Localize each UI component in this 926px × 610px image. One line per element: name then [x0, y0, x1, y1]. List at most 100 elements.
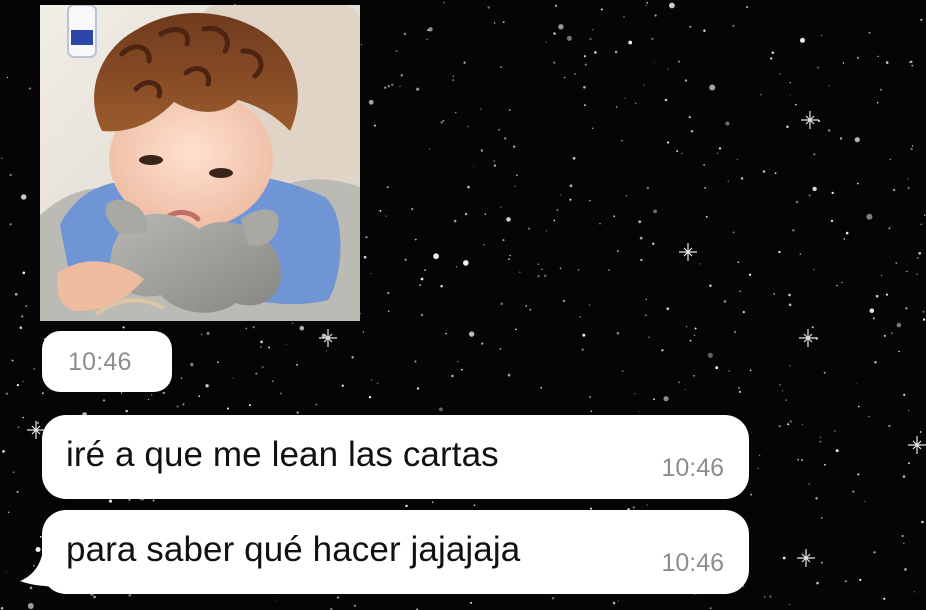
star-dot	[405, 504, 408, 508]
star-dot	[384, 86, 387, 89]
star-dot	[921, 520, 924, 524]
star-dot	[640, 258, 643, 262]
star-dot	[456, 266, 458, 268]
toddler-photo	[40, 5, 360, 321]
star-dot	[681, 152, 683, 155]
star-dot	[419, 284, 421, 287]
star-dot	[509, 254, 511, 257]
star-dot	[709, 284, 712, 287]
star-dot	[763, 596, 766, 598]
star-dot	[694, 327, 697, 330]
star-dot	[667, 68, 669, 71]
star-dot	[19, 326, 23, 330]
star-dot	[872, 317, 875, 320]
star-dot	[612, 601, 616, 605]
star-dot	[820, 34, 823, 36]
star-dot	[792, 229, 795, 232]
star-dot	[572, 156, 576, 160]
star-dot	[452, 79, 454, 81]
star-dot	[857, 405, 860, 408]
star-dot	[502, 21, 505, 24]
star-dot	[296, 411, 299, 414]
star-dot	[788, 604, 790, 605]
star-dot	[433, 253, 439, 260]
star-dot	[493, 22, 496, 24]
star-dot	[353, 604, 357, 607]
star-dot	[821, 561, 823, 564]
star-dot	[415, 238, 417, 241]
star-dot	[868, 415, 870, 418]
star-dot	[591, 127, 594, 130]
star-dot	[400, 74, 404, 77]
star-dot	[875, 294, 879, 298]
star-dot	[519, 271, 521, 273]
star-dot	[152, 499, 155, 502]
message-bubble-second[interactable]: para saber qué hacer jajajaja 10:46	[42, 510, 749, 594]
star-dot	[746, 6, 748, 8]
star-dot	[785, 399, 787, 401]
star-dot	[916, 256, 919, 259]
photo-message-time: 10:46	[68, 348, 132, 376]
star-dot	[889, 158, 891, 160]
star-dot	[560, 194, 562, 196]
star-dot	[14, 293, 18, 296]
star-dot	[888, 227, 891, 230]
message-bubble-first[interactable]: iré a que me lean las cartas 10:46	[42, 415, 749, 499]
star-dot	[514, 185, 516, 188]
star-dot	[467, 125, 469, 128]
star-dot	[579, 316, 581, 318]
star-dot	[461, 368, 463, 371]
star-dot	[276, 599, 278, 601]
star-dot	[824, 463, 826, 466]
star-dot	[669, 2, 675, 9]
star-dot	[93, 595, 96, 599]
star-dot	[457, 360, 459, 363]
star-dot	[815, 497, 818, 500]
star-dot	[16, 384, 19, 387]
star-dot	[584, 104, 586, 107]
star-dot	[11, 359, 14, 362]
star-dot	[795, 200, 799, 204]
star-dot	[473, 504, 476, 507]
shared-photo-message[interactable]	[40, 5, 360, 321]
star-dot	[881, 274, 883, 276]
star-dot	[795, 103, 797, 106]
star-dot	[676, 150, 679, 153]
star-dot	[9, 223, 12, 226]
message-text-first: iré a que me lean las cartas	[66, 435, 499, 474]
star-dot	[546, 230, 547, 232]
star-dot	[463, 260, 469, 266]
star-dot	[315, 403, 318, 406]
right-eye	[209, 168, 233, 178]
star-dot	[387, 85, 390, 88]
star-dot	[554, 4, 557, 7]
star-dot	[686, 326, 688, 328]
star-dot	[291, 322, 294, 325]
star-dot	[632, 506, 635, 509]
star-dot	[581, 348, 584, 351]
star-dot	[431, 501, 434, 504]
star-dot	[911, 64, 914, 67]
star-dot	[12, 471, 15, 474]
star-dot	[880, 88, 883, 91]
star-dot	[205, 384, 209, 388]
star-dot	[920, 18, 923, 21]
star-dot	[5, 571, 7, 573]
star-dot	[600, 8, 603, 11]
star-dot	[245, 327, 248, 330]
star-dot	[644, 314, 647, 317]
star-dot	[839, 137, 843, 140]
star-dot	[28, 87, 32, 90]
star-dot	[5, 392, 8, 395]
star-dot	[771, 51, 775, 54]
star-dot	[480, 108, 482, 110]
star-dot	[25, 305, 28, 307]
star-dot	[868, 31, 871, 34]
star-dot	[379, 210, 382, 212]
star-dot	[666, 307, 670, 311]
star-dot	[709, 607, 712, 610]
star-dot	[895, 262, 897, 264]
star-dot	[588, 304, 590, 306]
star-dot	[836, 284, 838, 287]
star-dot	[811, 326, 814, 329]
